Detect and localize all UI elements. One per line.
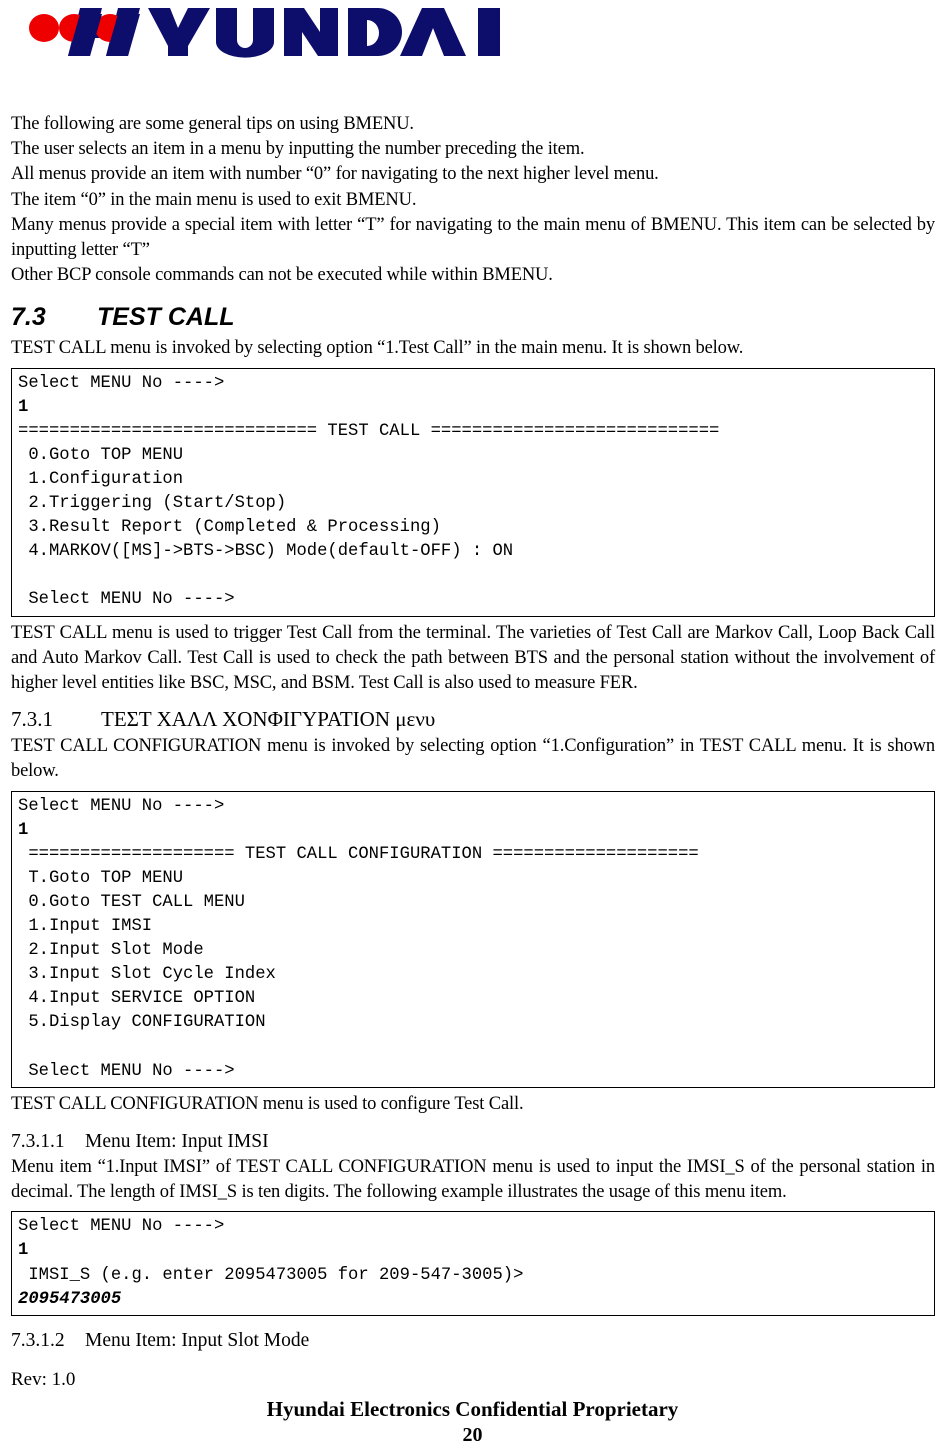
section-7-3-intro: TEST CALL menu is invoked by selecting o… [11, 338, 744, 359]
page-number: 20 [462, 1424, 483, 1446]
terminal-block-imsi-example: Select MENU No ----> 1 IMSI_S (e.g. ente… [11, 1211, 935, 1316]
section-7-3-1-description: TEST CALL CONFIGURATION menu is used to … [11, 1093, 524, 1114]
terminal-block-test-call: Select MENU No ----> 1 =================… [11, 367, 935, 617]
terminal-block-test-call-configuration: Select MENU No ----> 1 =================… [11, 790, 935, 1088]
heading-7-3-1-1: 7.3.1.1 Menu Item: Input IMSI [11, 1129, 935, 1154]
hyundai-wordmark-svg [29, 8, 338, 58]
heading-7-3-1-title: ΤΕΣΤ ΧΑΛΛ ΧΟΝΦΙΓΥΡΑΤΙΟΝ μενυ [101, 707, 436, 732]
heading-7-3: 7.3 TEST CALL [11, 302, 935, 332]
heading-7-3-1-2-title: Menu Item: Input Slot Mode [85, 1329, 310, 1351]
intro-paragraph: Many menus provide a special item with l… [11, 214, 935, 261]
hyundai-logo-tail [348, 6, 548, 58]
revision-label: Rev: 1.0 [11, 1369, 76, 1390]
heading-7-3-1-1-title: Menu Item: Input IMSI [85, 1130, 269, 1152]
heading-7-3-1-2-number: 7.3.1.2 [11, 1329, 65, 1351]
section-7-3-1-intro: TEST CALL CONFIGURATION menu is invoked … [11, 736, 935, 782]
confidentiality-notice: Hyundai Electronics Confidential Proprie… [266, 1397, 679, 1421]
heading-7-3-1-2: 7.3.1.2 Menu Item: Input Slot Mode [11, 1328, 935, 1353]
heading-7-3-1-number: 7.3.1 [11, 707, 53, 732]
intro-line-3: All menus provide an item with number “0… [11, 164, 659, 185]
terminal-text-test-call: Select MENU No ----> 1 =================… [18, 373, 720, 610]
hyundai-logo [18, 6, 348, 58]
section-7-3-description: TEST CALL menu is used to trigger Test C… [11, 622, 935, 693]
intro-line-4: The item “0” in the main menu is used to… [11, 189, 417, 210]
logo-dai-svg [348, 8, 500, 56]
intro-last-line: Other BCP console commands can not be ex… [11, 265, 553, 286]
terminal-text-test-call-configuration: Select MENU No ----> 1 =================… [18, 796, 699, 1081]
logo-letters-yundai [148, 8, 338, 58]
section-7-3-1-1-description: Menu item “1.Input IMSI” of TEST CALL CO… [11, 1156, 935, 1203]
terminal-text-imsi-example: Select MENU No ----> 1 IMSI_S (e.g. ente… [18, 1217, 524, 1309]
heading-7-3-1: 7.3.1 ΤΕΣΤ ΧΑΛΛ ΧΟΝΦΙΓΥΡΑΤΙΟΝ μενυ [11, 706, 935, 732]
intro-line-2: The user selects an item in a menu by in… [11, 139, 585, 160]
intro-line-1: The following are some general tips on u… [11, 114, 414, 134]
heading-7-3-1-1-number: 7.3.1.1 [11, 1130, 65, 1152]
heading-7-3-title: TEST CALL [97, 303, 235, 332]
heading-7-3-number: 7.3 [11, 303, 46, 332]
document-body: The following are some general tips on u… [11, 112, 935, 1354]
